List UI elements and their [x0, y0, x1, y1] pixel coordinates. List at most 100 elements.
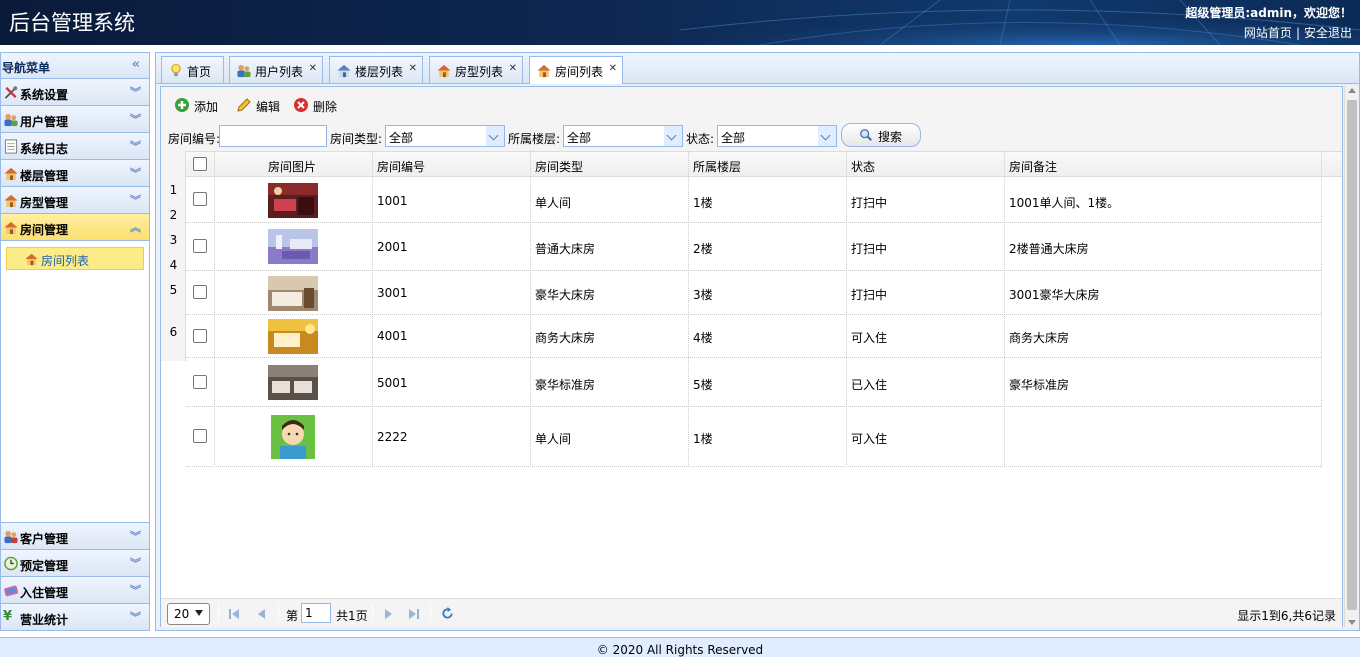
row-checkbox[interactable] — [193, 429, 207, 443]
sidebar-panel-label: 预定管理 — [20, 559, 69, 573]
chevron-down-icon[interactable] — [818, 126, 836, 146]
house-icon — [4, 221, 18, 235]
page-number-input[interactable]: 1 — [301, 603, 331, 623]
table-row[interactable]: 1001 单人间 1楼 打扫中 1001单人间、1楼。 — [186, 178, 1321, 223]
sidebar-panel-label: 系统日志 — [20, 142, 69, 156]
edit-button[interactable]: 编辑 — [236, 97, 280, 115]
room-type-select[interactable]: 全部 — [385, 125, 505, 147]
sidebar-panel-reservation-management[interactable]: 预定管理 ︾ — [1, 550, 149, 577]
vertical-scrollbar[interactable] — [1344, 86, 1358, 627]
table-row[interactable]: 4001 商务大床房 4楼 可入住 商务大床房 — [186, 315, 1321, 358]
sidebar-item-room-list[interactable]: 房间列表 — [6, 247, 144, 270]
column-header[interactable]: 房间备注 — [1009, 158, 1057, 175]
table-row[interactable]: 5001 豪华标准房 5楼 已入住 豪华标准房 — [186, 358, 1321, 407]
status-cell: 可入住 — [851, 432, 888, 446]
page-size-value: 20 — [174, 607, 190, 621]
row-checkbox[interactable] — [193, 329, 207, 343]
logout-link[interactable]: 安全退出 — [1304, 26, 1352, 40]
select-all-checkbox[interactable] — [193, 157, 207, 171]
status-select[interactable]: 全部 — [717, 125, 837, 147]
sidebar-panel-business-statistics[interactable]: ¥ 营业统计 ︾ — [1, 604, 149, 631]
pager-separator — [372, 604, 373, 622]
row-number-column: 1 2 3 4 5 6 — [161, 151, 186, 361]
floor-value: 全部 — [567, 131, 592, 145]
expand-icon: ︾ — [130, 611, 141, 624]
close-icon[interactable]: ✕ — [409, 63, 417, 74]
column-header[interactable]: 房间图片 — [268, 158, 316, 175]
floor-select[interactable]: 全部 — [563, 125, 683, 147]
status-cell: 已入住 — [851, 378, 888, 392]
table-row[interactable]: 3001 豪华大床房 3楼 打扫中 3001豪华大床房 — [186, 271, 1321, 315]
table-row[interactable]: 2001 普通大床房 2楼 打扫中 2楼普通大床房 — [186, 223, 1321, 271]
sidebar-panel-checkin-management[interactable]: 入住管理 ︾ — [1, 577, 149, 604]
row-checkbox[interactable] — [193, 239, 207, 253]
expand-icon: ︾ — [130, 113, 141, 126]
row-number: 1 — [169, 183, 178, 197]
tab-home[interactable]: 首页 — [161, 56, 224, 83]
pencil-icon — [237, 98, 251, 112]
column-header[interactable]: 状态 — [851, 158, 875, 175]
column-header[interactable]: 房间类型 — [535, 158, 583, 175]
column-header[interactable]: 所属楼层 — [693, 158, 741, 175]
page-size-select[interactable]: 20 — [167, 603, 210, 625]
sidebar-panel-user-management[interactable]: 用户管理 ︾ — [1, 106, 149, 133]
scroll-down-icon[interactable] — [1348, 620, 1356, 625]
status-cell: 打扫中 — [851, 288, 888, 302]
tab-room-type-list[interactable]: 房型列表 ✕ — [429, 56, 523, 83]
tab-label: 用户列表 — [255, 65, 304, 79]
last-page-icon[interactable] — [409, 608, 419, 620]
close-icon[interactable]: ✕ — [609, 63, 617, 74]
add-button[interactable]: 添加 — [174, 97, 218, 115]
room-type-cell: 豪华大床房 — [535, 288, 596, 302]
collapse-icon: ︽ — [130, 221, 141, 234]
tab-room-list[interactable]: 房间列表 ✕ — [529, 56, 623, 84]
row-checkbox[interactable] — [193, 375, 207, 389]
room-no-cell: 2222 — [377, 430, 408, 444]
search-icon — [860, 129, 873, 142]
row-checkbox[interactable] — [193, 285, 207, 299]
search-button[interactable]: 搜索 — [841, 123, 921, 147]
room-photo — [268, 229, 318, 264]
floor-cell: 3楼 — [693, 288, 713, 302]
tab-floor-list[interactable]: 楼层列表 ✕ — [329, 56, 423, 83]
sidebar-panel-label: 入住管理 — [20, 586, 69, 600]
next-page-icon[interactable] — [383, 608, 393, 620]
customers-icon — [4, 530, 18, 544]
expand-icon: ︾ — [130, 140, 141, 153]
room-no-input[interactable] — [219, 125, 327, 147]
sidebar-panel-label: 用户管理 — [20, 115, 69, 129]
scroll-thumb[interactable] — [1347, 100, 1357, 610]
room-photo — [268, 276, 318, 311]
floor-label: 所属楼层: — [508, 132, 561, 146]
close-icon[interactable]: ✕ — [309, 63, 317, 74]
sidebar-panel-floor-management[interactable]: 楼层管理 ︾ — [1, 160, 149, 187]
refresh-icon[interactable] — [441, 607, 454, 620]
prev-page-icon[interactable] — [257, 608, 267, 620]
room-type-cell: 普通大床房 — [535, 242, 596, 256]
chevron-down-icon[interactable] — [664, 126, 682, 146]
sidebar-panel-system-log[interactable]: 系统日志 ︾ — [1, 133, 149, 160]
first-page-icon[interactable] — [229, 608, 239, 620]
sidebar-panel-room-management[interactable]: 房间管理 ︽ — [1, 214, 149, 241]
column-header[interactable]: 房间编号 — [377, 158, 425, 175]
user-greeting: 超级管理员:admin，欢迎您！ — [1185, 6, 1352, 20]
scroll-up-icon[interactable] — [1348, 88, 1356, 93]
table-row[interactable]: 2222 单人间 1楼 可入住 — [186, 407, 1321, 467]
collapse-sidebar-icon[interactable]: « — [132, 57, 140, 72]
delete-button[interactable]: 删除 — [293, 97, 337, 115]
sidebar-panel-customer-management[interactable]: 客户管理 ︾ — [1, 523, 149, 550]
floor-cell: 4楼 — [693, 331, 713, 345]
sidebar-panel-room-type-management[interactable]: 房型管理 ︾ — [1, 187, 149, 214]
footer: © 2020 All Rights Reserved — [0, 637, 1360, 657]
chevron-down-icon[interactable] — [486, 126, 504, 146]
home-link[interactable]: 网站首页 — [1244, 26, 1292, 40]
row-checkbox[interactable] — [193, 192, 207, 206]
record-info: 显示1到6,共6记录 — [1237, 609, 1336, 623]
tab-user-list[interactable]: 用户列表 ✕ — [229, 56, 323, 83]
delete-icon — [294, 98, 308, 112]
row-number: 2 — [169, 208, 178, 222]
close-icon[interactable]: ✕ — [509, 63, 517, 74]
sidebar-panel-label: 房型管理 — [20, 196, 69, 210]
floor-cell: 1楼 — [693, 196, 713, 210]
sidebar-panel-system-settings[interactable]: 系统设置 ︾ — [1, 79, 149, 106]
